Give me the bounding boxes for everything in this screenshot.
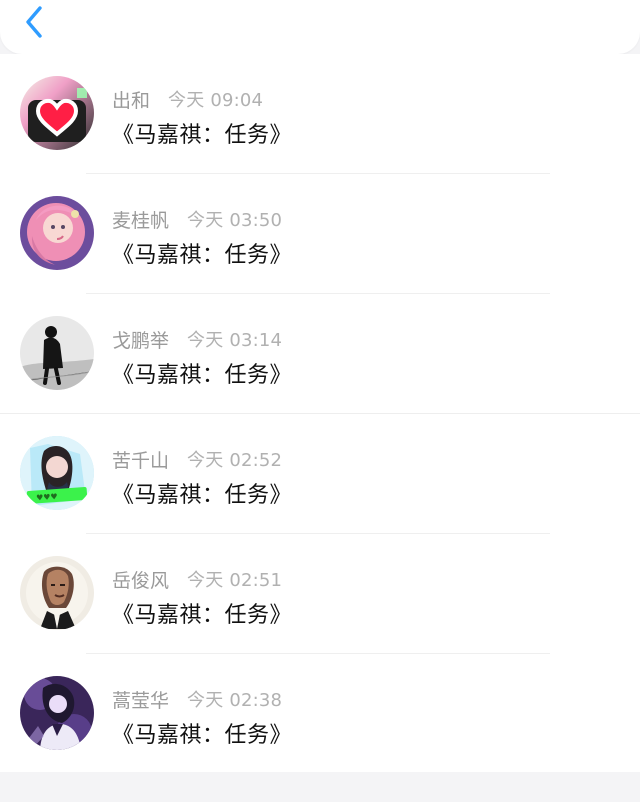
sender-name: 苦千山 [112,449,170,472]
message-text: 《马嘉祺：任务》 [112,243,293,268]
sender-name: 蒿莹华 [112,689,170,712]
message-row[interactable]: 蒿莹华 今天 02:38 《马嘉祺：任务》 [0,654,640,772]
message-header: 岳俊风 今天 02:51 [112,566,282,592]
message-header: 蒿莹华 今天 02:38 [112,686,282,712]
message-header: 戈鹏举 今天 03:14 [112,326,282,352]
message-row[interactable]: 麦桂帆 今天 03:50 《马嘉祺：任务》 [0,174,640,294]
message-time: 今天 03:14 [187,330,283,351]
message-list-screen: 出和 今天 09:04 《马嘉祺：任务》 麦桂帆 今天 03:50 《马嘉祺：任… [0,0,640,802]
message-row[interactable]: 戈鹏举 今天 03:14 《马嘉祺：任务》 [0,294,640,414]
sender-name: 戈鹏举 [112,329,170,352]
sender-name: 岳俊风 [112,569,170,592]
message-text: 《马嘉祺：任务》 [112,483,293,508]
sender-name: 麦桂帆 [112,209,170,232]
message-time: 今天 02:38 [187,690,283,711]
message-time: 今天 02:52 [187,450,283,471]
sender-name: 出和 [112,89,151,112]
message-text: 《马嘉祺：任务》 [112,723,293,748]
navigation-bar [0,0,640,54]
purple-avatar-icon[interactable] [20,676,94,750]
message-header: 苦千山 今天 02:52 [112,446,282,472]
message-text: 《马嘉祺：任务》 [112,123,293,148]
message-text: 《马嘉祺：任务》 [112,603,293,628]
silhouette-avatar-icon[interactable] [20,316,94,390]
bottom-background [0,772,640,802]
back-button[interactable] [14,2,54,42]
message-header: 麦桂帆 今天 03:50 [112,206,282,232]
heart-avatar-icon[interactable] [20,76,94,150]
message-header: 出和 今天 09:04 [112,86,263,112]
message-time: 今天 09:04 [168,90,264,111]
pink-hair-avatar-icon[interactable] [20,196,94,270]
portrait-avatar-icon[interactable] [20,556,94,630]
girl-photo-avatar-icon[interactable]: ♥♥♥ [20,436,94,510]
message-text: 《马嘉祺：任务》 [112,363,293,388]
message-row[interactable]: 岳俊风 今天 02:51 《马嘉祺：任务》 [0,534,640,654]
message-row[interactable]: ♥♥♥ 苦千山 今天 02:52 《马嘉祺：任务》 [0,414,640,534]
message-row[interactable]: 出和 今天 09:04 《马嘉祺：任务》 [0,54,640,174]
svg-text:♥♥♥: ♥♥♥ [36,492,58,502]
message-time: 今天 03:50 [187,210,283,231]
chevron-left-icon [26,6,42,38]
message-list: 出和 今天 09:04 《马嘉祺：任务》 麦桂帆 今天 03:50 《马嘉祺：任… [0,54,640,772]
message-time: 今天 02:51 [187,570,283,591]
